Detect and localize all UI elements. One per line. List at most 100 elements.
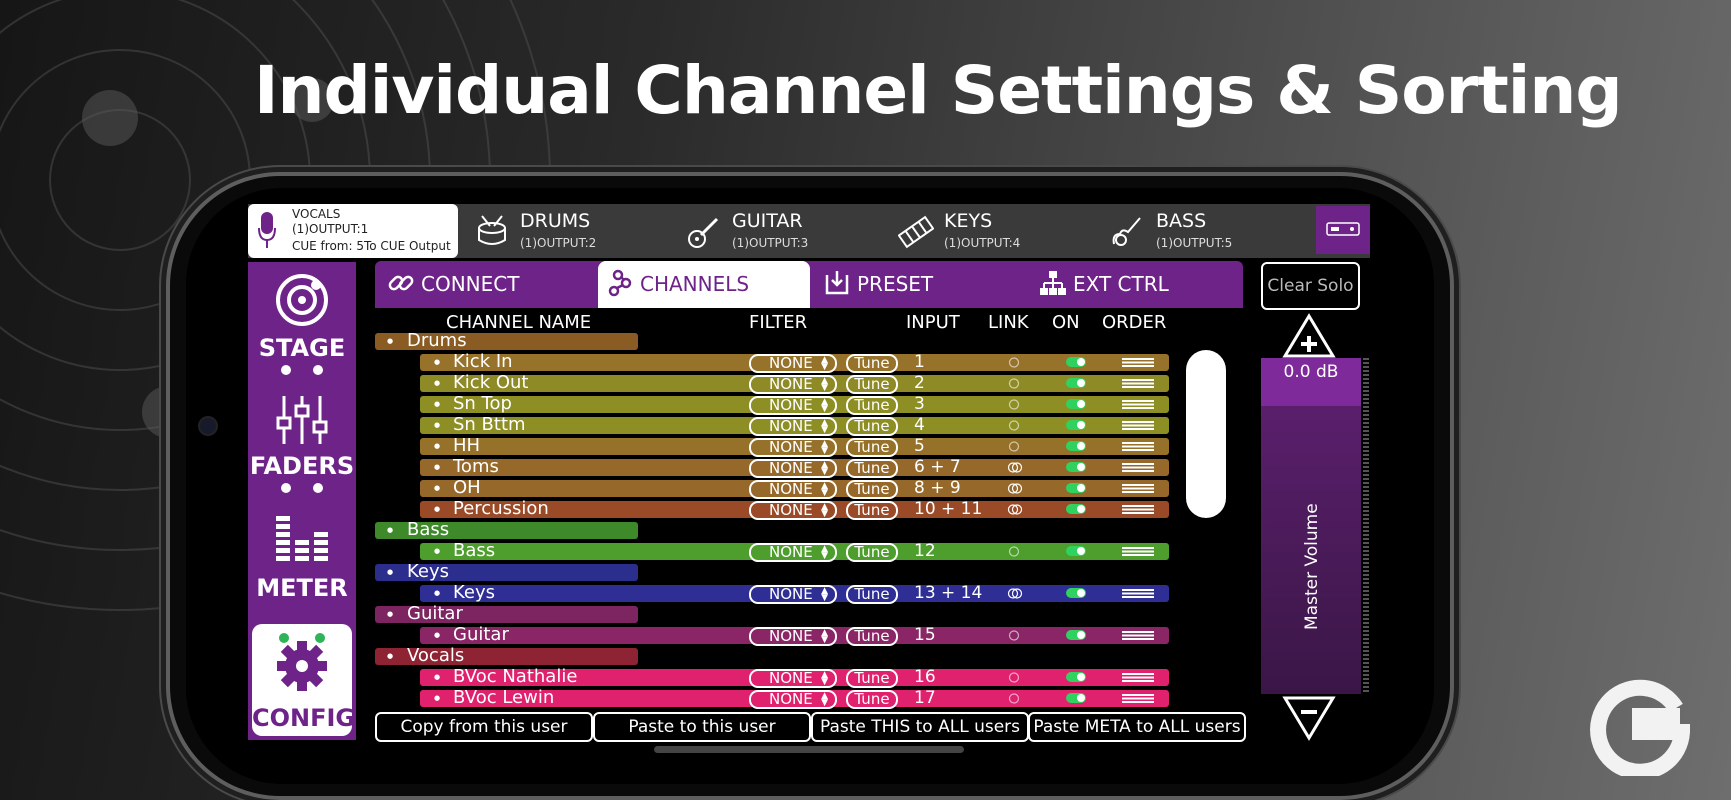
on-toggle[interactable]	[1066, 462, 1086, 472]
scrollbar-thumb[interactable]	[1186, 350, 1226, 518]
unlinked-icon[interactable]	[1007, 357, 1023, 368]
drag-handle-icon[interactable]	[1122, 673, 1154, 682]
filter-select[interactable]: NONE ▲ ▼	[749, 585, 837, 604]
on-toggle[interactable]	[1066, 399, 1086, 409]
unlinked-icon[interactable]	[1007, 630, 1023, 641]
unlinked-icon[interactable]	[1007, 546, 1023, 557]
drag-handle-icon[interactable]	[1122, 442, 1154, 451]
drag-handle-icon[interactable]	[1122, 400, 1154, 409]
drag-handle-icon[interactable]	[1122, 421, 1154, 430]
filter-select[interactable]: NONE ▲ ▼	[749, 690, 837, 709]
on-toggle[interactable]	[1066, 546, 1086, 556]
channel-row[interactable]: ● Kick Out NONE ▲ ▼ Tune 2	[420, 373, 1169, 394]
filter-select[interactable]: NONE ▲ ▼	[749, 354, 837, 373]
tab-channels[interactable]: CHANNELS	[598, 261, 810, 308]
tune-button[interactable]: Tune	[846, 459, 898, 478]
volume-up-button[interactable]	[1281, 312, 1337, 360]
volume-down-button[interactable]	[1281, 694, 1337, 742]
group-row[interactable]: ● Guitar	[375, 604, 638, 624]
channel-row[interactable]: ● BVoc Nathalie NONE ▲ ▼ Tune 16	[420, 667, 1169, 688]
channel-row[interactable]: ● Guitar NONE ▲ ▼ Tune 15	[420, 625, 1169, 646]
linked-icon[interactable]	[1007, 588, 1023, 599]
copy-from-user-button[interactable]: Copy from this user	[375, 712, 593, 742]
drag-handle-icon[interactable]	[1122, 358, 1154, 367]
filter-select[interactable]: NONE ▲ ▼	[749, 669, 837, 688]
on-toggle[interactable]	[1066, 693, 1086, 703]
tune-button[interactable]: Tune	[846, 690, 898, 709]
tune-button[interactable]: Tune	[846, 354, 898, 373]
tune-button[interactable]: Tune	[846, 396, 898, 415]
filter-select[interactable]: NONE ▲ ▼	[749, 459, 837, 478]
channel-row[interactable]: ● Bass NONE ▲ ▼ Tune 12	[420, 541, 1169, 562]
channel-row[interactable]: ● Sn Top NONE ▲ ▼ Tune 3	[420, 394, 1169, 415]
channel-row[interactable]: ● OH NONE ▲ ▼ Tune 8 + 9	[420, 478, 1169, 499]
unlinked-icon[interactable]	[1007, 420, 1023, 431]
tune-button[interactable]: Tune	[846, 501, 898, 520]
user-tab-guitar[interactable]: GUITAR (1)OUTPUT:3	[676, 204, 876, 258]
unlinked-icon[interactable]	[1007, 378, 1023, 389]
tab-connect[interactable]: CONNECT	[379, 261, 589, 308]
paste-to-user-button[interactable]: Paste to this user	[593, 712, 811, 742]
filter-select[interactable]: NONE ▲ ▼	[749, 396, 837, 415]
filter-select[interactable]: NONE ▲ ▼	[749, 627, 837, 646]
on-toggle[interactable]	[1066, 483, 1086, 493]
channel-row[interactable]: ● Keys NONE ▲ ▼ Tune 13 + 14	[420, 583, 1169, 604]
tune-button[interactable]: Tune	[846, 417, 898, 436]
user-tab-bass[interactable]: BASS (1)OUTPUT:5	[1100, 204, 1300, 258]
channel-row[interactable]: ● Toms NONE ▲ ▼ Tune 6 + 7	[420, 457, 1169, 478]
filter-select[interactable]: NONE ▲ ▼	[749, 438, 837, 457]
on-toggle[interactable]	[1066, 441, 1086, 451]
drag-handle-icon[interactable]	[1122, 463, 1154, 472]
unlinked-icon[interactable]	[1007, 672, 1023, 683]
user-tab-vocals[interactable]: VOCALS (1)OUTPUT:1 CUE from: 5To CUE Out…	[248, 204, 458, 258]
on-toggle[interactable]	[1066, 588, 1086, 598]
group-row[interactable]: ● Bass	[375, 520, 638, 540]
linked-icon[interactable]	[1007, 462, 1023, 473]
device-button[interactable]	[1316, 206, 1370, 254]
tune-button[interactable]: Tune	[846, 480, 898, 499]
on-toggle[interactable]	[1066, 504, 1086, 514]
filter-select[interactable]: NONE ▲ ▼	[749, 501, 837, 520]
tab-preset[interactable]: PRESET	[815, 261, 1025, 308]
tab-ext-ctrl[interactable]: EXT CTRL	[1031, 261, 1241, 308]
linked-icon[interactable]	[1007, 483, 1023, 494]
tune-button[interactable]: Tune	[846, 375, 898, 394]
drag-handle-icon[interactable]	[1122, 631, 1154, 640]
unlinked-icon[interactable]	[1007, 399, 1023, 410]
channel-row[interactable]: ● Sn Bttm NONE ▲ ▼ Tune 4	[420, 415, 1169, 436]
unlinked-icon[interactable]	[1007, 693, 1023, 704]
on-toggle[interactable]	[1066, 420, 1086, 430]
drag-handle-icon[interactable]	[1122, 589, 1154, 598]
paste-this-to-all-button[interactable]: Paste THIS to ALL users	[811, 712, 1029, 742]
nav-meter[interactable]: METER	[248, 512, 356, 612]
linked-icon[interactable]	[1007, 504, 1023, 515]
user-tab-keys[interactable]: KEYS (1)OUTPUT:4	[888, 204, 1088, 258]
channel-row[interactable]: ● HH NONE ▲ ▼ Tune 5	[420, 436, 1169, 457]
on-toggle[interactable]	[1066, 357, 1086, 367]
filter-select[interactable]: NONE ▲ ▼	[749, 480, 837, 499]
group-row[interactable]: ● Vocals	[375, 646, 638, 666]
unlinked-icon[interactable]	[1007, 441, 1023, 452]
tune-button[interactable]: Tune	[846, 669, 898, 688]
channel-row[interactable]: ● BVoc Lewin NONE ▲ ▼ Tune 17	[420, 688, 1169, 709]
filter-select[interactable]: NONE ▲ ▼	[749, 417, 837, 436]
channel-row[interactable]: ● Percussion NONE ▲ ▼ Tune 10 + 11	[420, 499, 1169, 520]
drag-handle-icon[interactable]	[1122, 379, 1154, 388]
drag-handle-icon[interactable]	[1122, 694, 1154, 703]
nav-stage[interactable]: STAGE	[248, 272, 356, 384]
user-tab-drums[interactable]: DRUMS (1)OUTPUT:2	[464, 204, 664, 258]
tune-button[interactable]: Tune	[846, 543, 898, 562]
group-row[interactable]: ● Keys	[375, 562, 638, 582]
on-toggle[interactable]	[1066, 630, 1086, 640]
tune-button[interactable]: Tune	[846, 585, 898, 604]
nav-faders[interactable]: FADERS	[248, 392, 356, 502]
tune-button[interactable]: Tune	[846, 438, 898, 457]
clear-solo-button[interactable]: Clear Solo	[1261, 262, 1360, 310]
channel-row[interactable]: ● Kick In NONE ▲ ▼ Tune 1	[420, 352, 1169, 373]
filter-select[interactable]: NONE ▲ ▼	[749, 375, 837, 394]
filter-select[interactable]: NONE ▲ ▼	[749, 543, 837, 562]
drag-handle-icon[interactable]	[1122, 547, 1154, 556]
on-toggle[interactable]	[1066, 378, 1086, 388]
group-row[interactable]: ● Drums	[375, 331, 638, 351]
tune-button[interactable]: Tune	[846, 627, 898, 646]
